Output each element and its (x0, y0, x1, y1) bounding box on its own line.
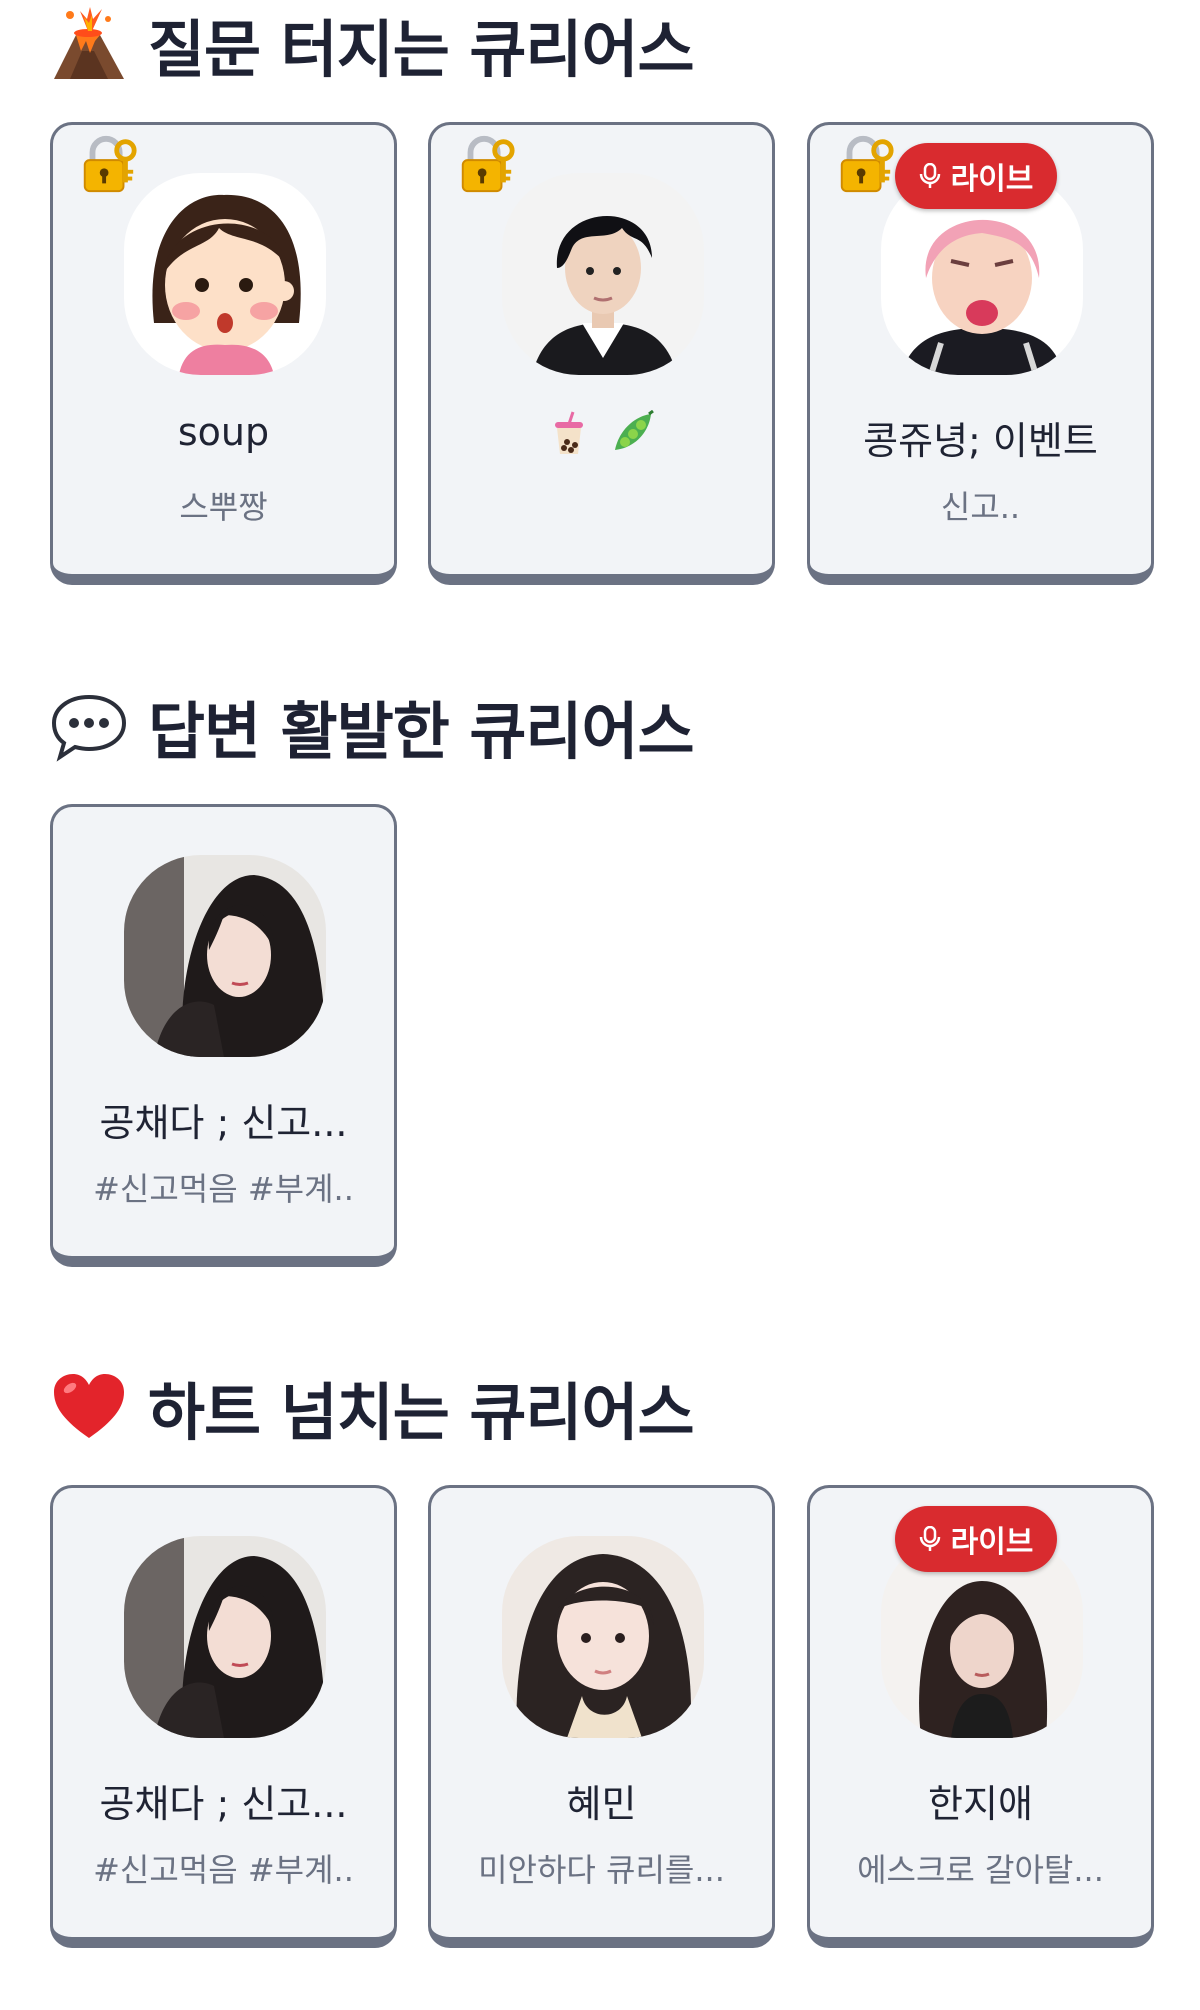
section-popular-questions: 질문 터지는 큐리어스 soup 스뿌짱 라이브 콩쥬녕; 이벤트 신고.. (50, 4, 1160, 585)
pea-pod-icon (609, 410, 655, 465)
live-label: 라이브 (950, 1525, 1034, 1560)
bubble-tea-icon (549, 410, 589, 465)
black-hair-boy-avatar (502, 173, 704, 375)
profile-description: #신고먹음 #부계.. (93, 1851, 354, 1889)
lock-icon (77, 133, 139, 195)
dark-hair-girl-avatar (124, 1536, 326, 1738)
profile-card[interactable]: soup 스뿌짱 (50, 122, 397, 585)
section-title-text: 하트 넘치는 큐리어스 (148, 1376, 695, 1449)
section-title: 질문 터지는 큐리어스 (50, 4, 1160, 86)
microphone-icon (919, 1526, 941, 1552)
live-label: 라이브 (950, 162, 1034, 197)
profile-description: 신고.. (940, 488, 1021, 526)
microphone-icon (919, 163, 941, 189)
profile-description: #신고먹음 #부계.. (93, 1170, 354, 1208)
profile-description: 스뿌짱 (179, 488, 268, 526)
lock-icon (455, 133, 517, 195)
section-active-answers: 답변 활발한 큐리어스 공채다 ; 신고... #신고먹음 #부계.. (50, 686, 1160, 1267)
live-badge: 라이브 (895, 1506, 1057, 1572)
profile-name: 공채다 ; 신고... (99, 1782, 348, 1826)
profile-name (439, 410, 764, 465)
speech-bubble-icon (51, 694, 127, 762)
section-many-hearts: 하트 넘치는 큐리어스 공채다 ; 신고... #신고먹음 #부계.. 혜민 미… (50, 1367, 1160, 1948)
profile-card[interactable] (428, 122, 775, 585)
lock-icon (834, 133, 896, 195)
long-hair-girl-avatar (502, 1536, 704, 1738)
live-badge: 라이브 (895, 143, 1057, 209)
profile-name: soup (177, 410, 270, 454)
section-title: 하트 넘치는 큐리어스 (50, 1367, 1160, 1449)
profile-description: 미안하다 큐리를... (478, 1851, 725, 1889)
profile-name: 콩쥬녕; 이벤트 (863, 419, 1098, 463)
section-title-text: 질문 터지는 큐리어스 (148, 13, 695, 86)
volcano-icon (54, 7, 124, 79)
profile-card[interactable]: 공채다 ; 신고... #신고먹음 #부계.. (50, 804, 397, 1267)
profile-card[interactable]: 라이브 한지애 에스크로 갈아탈... (807, 1485, 1154, 1948)
profile-name: 공채다 ; 신고... (99, 1101, 348, 1145)
section-title: 답변 활발한 큐리어스 (50, 686, 1160, 768)
red-heart-icon (54, 1374, 124, 1438)
profile-name: 혜민 (566, 1782, 637, 1826)
section-title-text: 답변 활발한 큐리어스 (148, 695, 695, 768)
profile-description: 에스크로 갈아탈... (857, 1851, 1104, 1889)
profile-card[interactable]: 라이브 콩쥬녕; 이벤트 신고.. (807, 122, 1154, 585)
profile-card[interactable]: 혜민 미안하다 큐리를... (428, 1485, 775, 1948)
profile-card[interactable]: 공채다 ; 신고... #신고먹음 #부계.. (50, 1485, 397, 1948)
dark-hair-girl-avatar (124, 855, 326, 1057)
cartoon-girl-avatar (124, 173, 326, 375)
profile-name: 한지애 (928, 1782, 1033, 1826)
